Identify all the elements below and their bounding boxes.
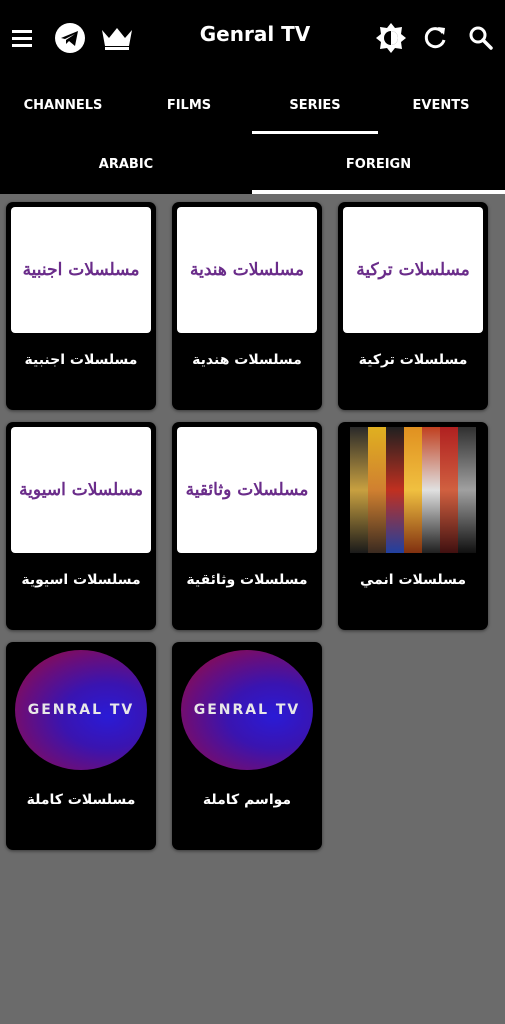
telegram-icon[interactable]: [50, 18, 90, 58]
genral-tv-logo: GENRAL TV: [181, 650, 313, 770]
card-label: مسلسلات كاملة: [26, 792, 136, 808]
category-card[interactable]: مسلسلات وثائقية مسلسلات وثائقية: [172, 422, 322, 630]
logo-text: GENRAL TV: [193, 702, 301, 718]
main-tabs: CHANNELS FILMS SERIES EVENTS: [0, 76, 505, 134]
category-card[interactable]: مسلسلات هندية مسلسلات هندية: [172, 202, 322, 410]
logo-text: GENRAL TV: [27, 702, 135, 718]
tab-indicator: [252, 190, 505, 194]
card-thumbnail: GENRAL TV: [11, 647, 151, 773]
anime-collage-image: [350, 427, 476, 553]
card-thumbnail: GENRAL TV: [177, 647, 317, 773]
crown-icon[interactable]: [97, 18, 137, 58]
category-card[interactable]: مسلسلات اسيوية مسلسلات اسيوية: [6, 422, 156, 630]
card-label: مواسم كاملة: [202, 792, 292, 808]
thumbnail-text: مسلسلات تركية: [356, 260, 470, 280]
category-card[interactable]: مسلسلات اجنبية مسلسلات اجنبية: [6, 202, 156, 410]
tab-films[interactable]: FILMS: [126, 76, 252, 134]
tab-events[interactable]: EVENTS: [378, 76, 504, 134]
card-thumbnail: مسلسلات تركية: [343, 207, 483, 333]
tab-label: EVENTS: [412, 97, 470, 113]
card-thumbnail: مسلسلات هندية: [177, 207, 317, 333]
card-thumbnail: مسلسلات اجنبية: [11, 207, 151, 333]
card-thumbnail: مسلسلات وثائقية: [177, 427, 317, 553]
brightness-icon[interactable]: [371, 18, 411, 58]
category-card[interactable]: مسلسلات تركية مسلسلات تركية: [338, 202, 488, 410]
tab-label: SERIES: [289, 97, 341, 113]
tab-foreign[interactable]: FOREIGN: [252, 134, 505, 194]
tab-label: CHANNELS: [23, 97, 103, 113]
thumbnail-text: مسلسلات وثائقية: [185, 480, 309, 500]
card-label: مسلسلات تركية: [358, 352, 468, 368]
subtab-label: ARABIC: [98, 156, 154, 172]
category-card[interactable]: GENRAL TV مسلسلات كاملة: [6, 642, 156, 850]
thumbnail-text: مسلسلات هندية: [190, 260, 304, 280]
thumbnail-text: مسلسلات اسيوية: [19, 480, 143, 500]
card-label: مسلسلات انمي: [359, 572, 467, 588]
tab-channels[interactable]: CHANNELS: [0, 76, 126, 134]
card-label: مسلسلات هندية: [192, 352, 302, 368]
tab-label: FILMS: [166, 97, 212, 113]
card-label: مسلسلات وثائقية: [186, 572, 308, 588]
category-card[interactable]: مسلسلات انمي: [338, 422, 488, 630]
genral-tv-logo: GENRAL TV: [15, 650, 147, 770]
menu-icon[interactable]: [3, 18, 43, 58]
tab-series[interactable]: SERIES: [252, 76, 378, 134]
app-title: Genral TV: [199, 22, 311, 46]
card-label: مسلسلات اجنبية: [24, 352, 138, 368]
refresh-icon[interactable]: [415, 18, 455, 58]
app-bar: Genral TV: [0, 0, 505, 76]
card-label: مسلسلات اسيوية: [21, 572, 141, 588]
card-thumbnail: مسلسلات اسيوية: [11, 427, 151, 553]
tab-arabic[interactable]: ARABIC: [0, 134, 252, 194]
anime-thumbnail: [343, 427, 483, 553]
search-icon[interactable]: [461, 18, 501, 58]
sub-tabs: ARABIC FOREIGN: [0, 134, 505, 194]
thumbnail-text: مسلسلات اجنبية: [22, 260, 140, 280]
category-card[interactable]: GENRAL TV مواسم كاملة: [172, 642, 322, 850]
subtab-label: FOREIGN: [345, 156, 412, 172]
